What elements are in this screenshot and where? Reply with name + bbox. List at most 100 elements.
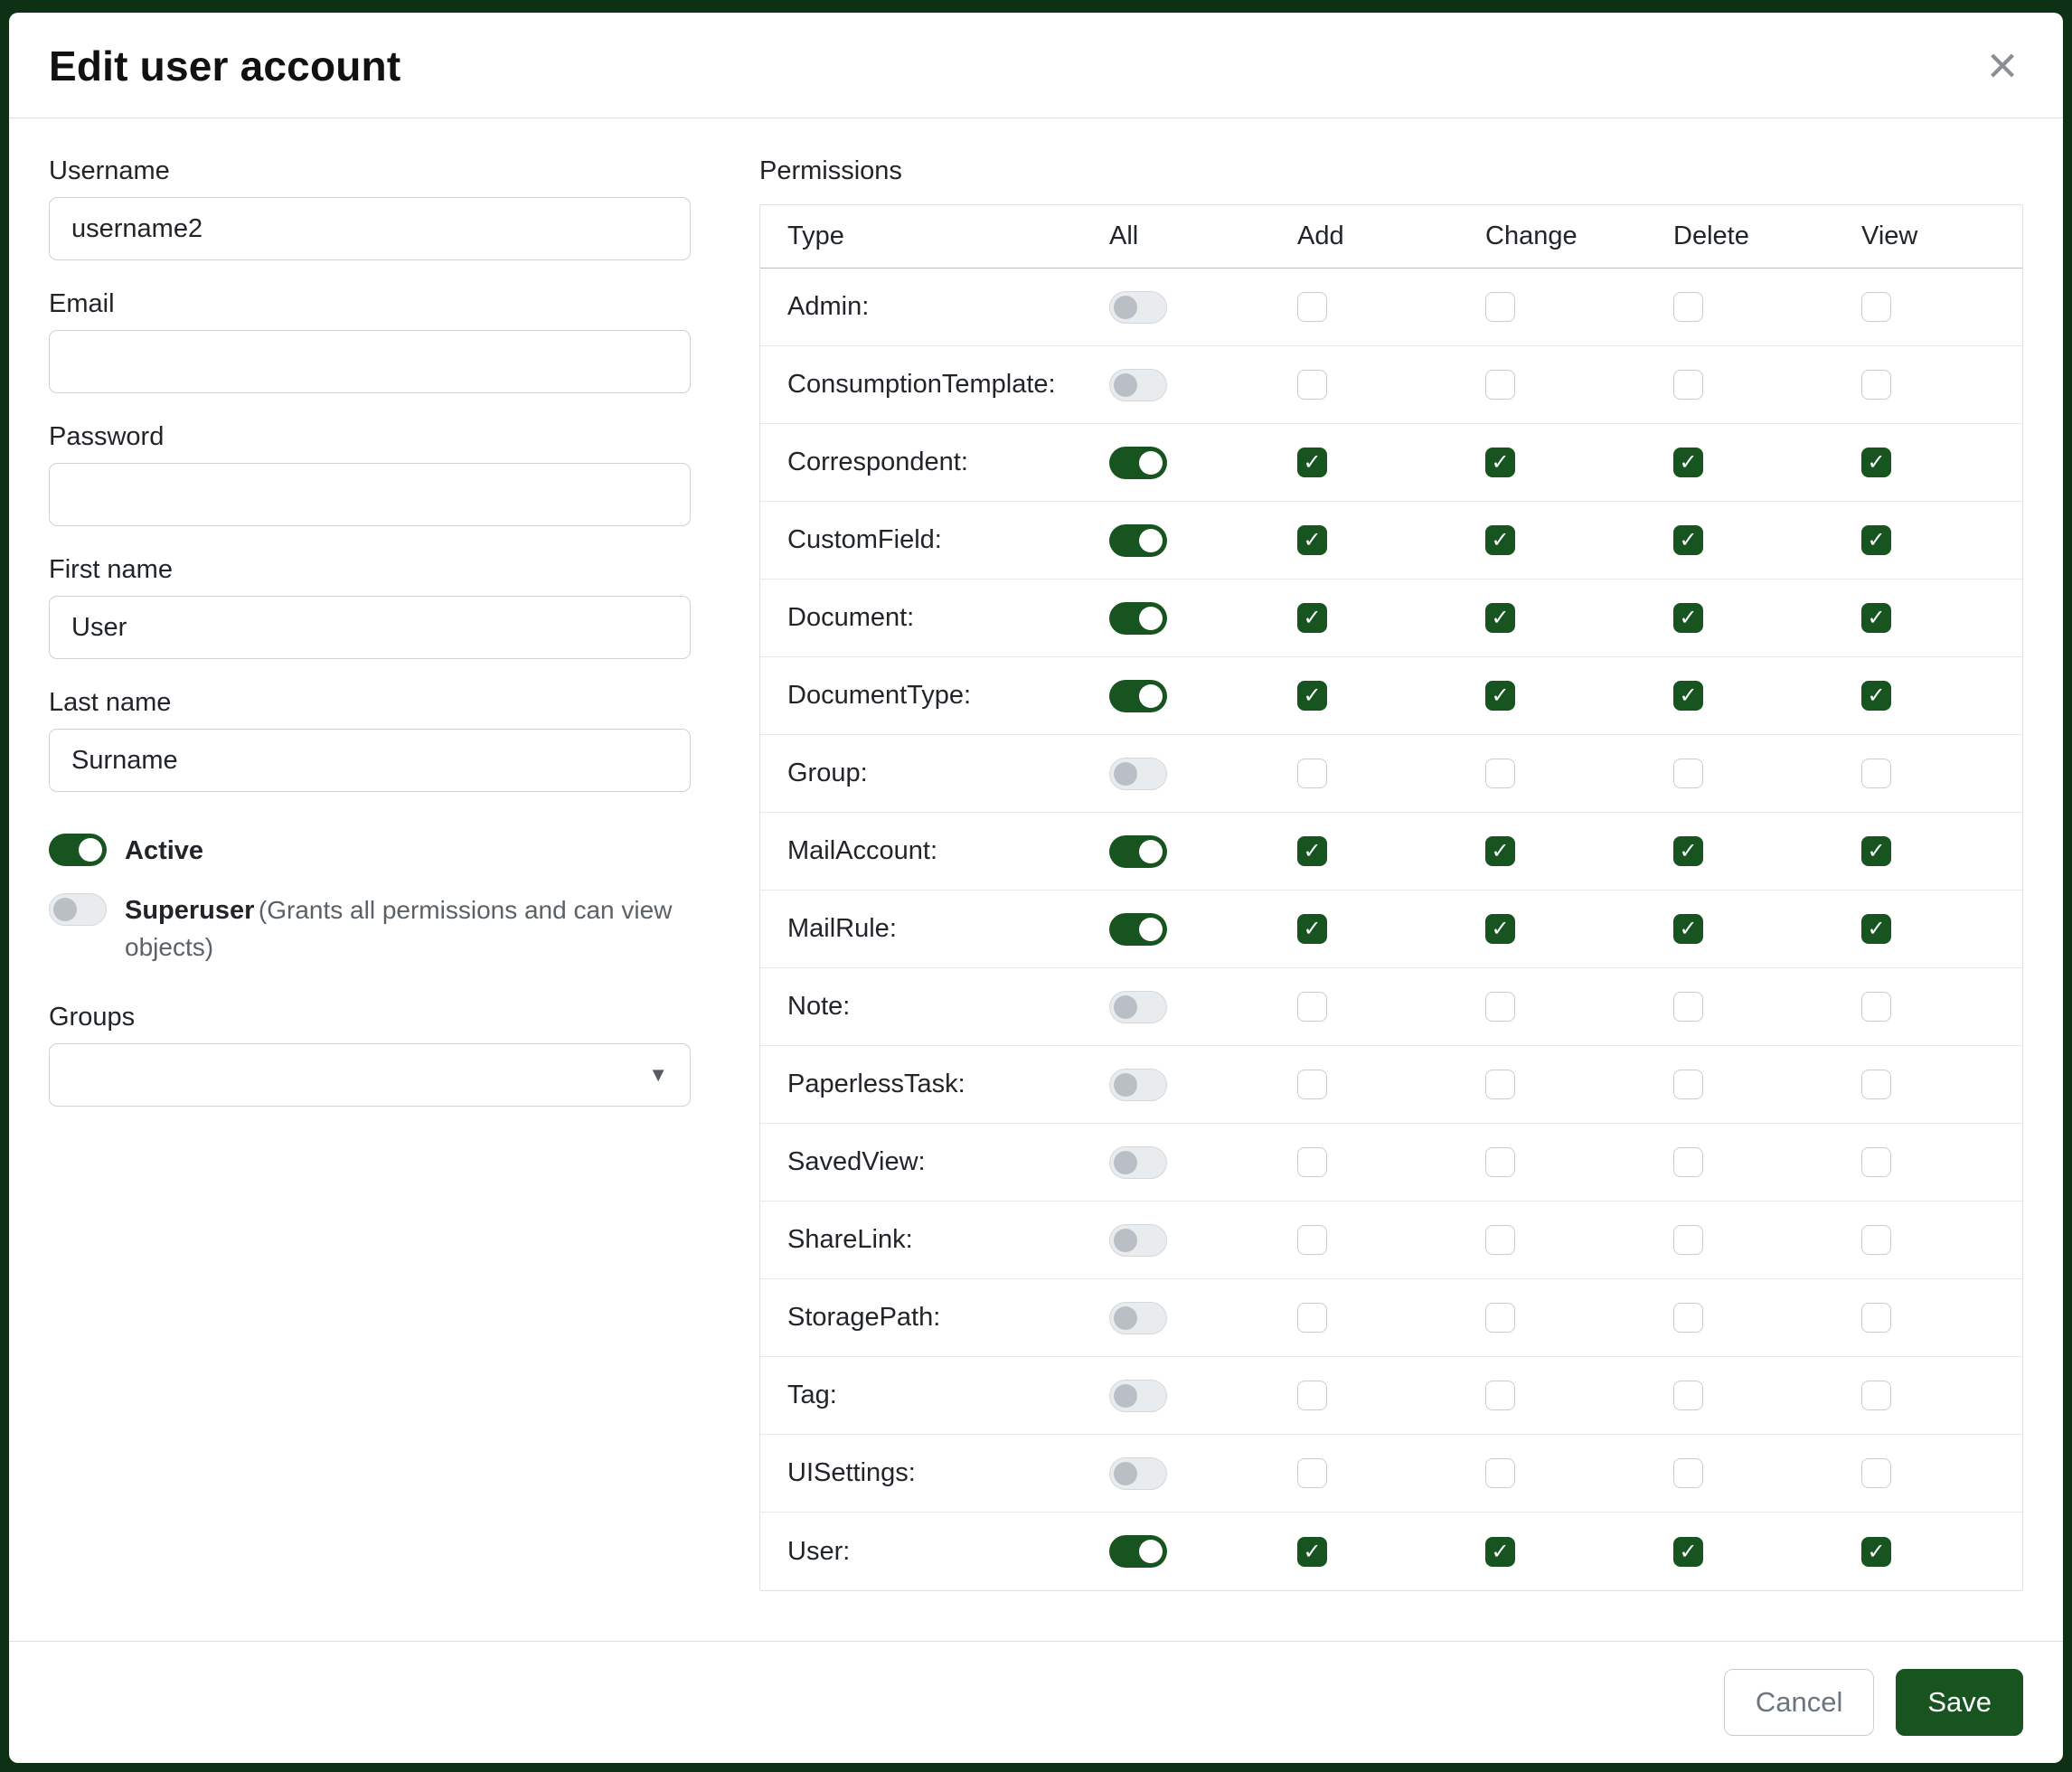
permission-add-checkbox[interactable]: ✓ <box>1297 1537 1327 1567</box>
permission-view-checkbox[interactable] <box>1861 759 1891 788</box>
permission-add-checkbox[interactable] <box>1297 1458 1327 1488</box>
permission-change-checkbox[interactable]: ✓ <box>1485 914 1515 944</box>
permission-change-checkbox[interactable] <box>1485 370 1515 400</box>
permission-add-checkbox[interactable]: ✓ <box>1297 681 1327 711</box>
permission-add-checkbox[interactable] <box>1297 1147 1327 1177</box>
permission-change-checkbox[interactable] <box>1485 1070 1515 1099</box>
permission-view-checkbox[interactable] <box>1861 1147 1891 1177</box>
permission-all-toggle[interactable] <box>1109 602 1167 635</box>
permission-delete-checkbox[interactable]: ✓ <box>1673 681 1703 711</box>
permission-view-checkbox[interactable] <box>1861 992 1891 1022</box>
permission-change-checkbox[interactable] <box>1485 1147 1515 1177</box>
last-name-field[interactable] <box>49 729 691 792</box>
permission-view-checkbox[interactable] <box>1861 1458 1891 1488</box>
permission-delete-checkbox[interactable] <box>1673 1303 1703 1333</box>
permission-add-checkbox[interactable] <box>1297 759 1327 788</box>
permission-view-checkbox[interactable]: ✓ <box>1861 525 1891 555</box>
permission-change-checkbox[interactable]: ✓ <box>1485 448 1515 477</box>
password-field[interactable] <box>49 463 691 526</box>
permission-change-checkbox[interactable] <box>1485 1458 1515 1488</box>
permission-view-checkbox[interactable]: ✓ <box>1861 1537 1891 1567</box>
permission-delete-checkbox[interactable]: ✓ <box>1673 448 1703 477</box>
permission-add-checkbox[interactable] <box>1297 292 1327 322</box>
username-input[interactable] <box>49 197 691 260</box>
permission-change-checkbox[interactable] <box>1485 1225 1515 1255</box>
cancel-button[interactable]: Cancel <box>1724 1669 1875 1736</box>
groups-select[interactable]: ▼ <box>49 1043 691 1107</box>
permission-change-checkbox[interactable] <box>1485 992 1515 1022</box>
permission-change-checkbox[interactable]: ✓ <box>1485 681 1515 711</box>
permission-view-checkbox[interactable] <box>1861 1381 1891 1410</box>
permission-delete-checkbox[interactable] <box>1673 370 1703 400</box>
permission-delete-checkbox[interactable] <box>1673 1381 1703 1410</box>
permission-delete-checkbox[interactable] <box>1673 1458 1703 1488</box>
permission-change-checkbox[interactable]: ✓ <box>1485 525 1515 555</box>
permission-view-checkbox[interactable]: ✓ <box>1861 448 1891 477</box>
permission-all-toggle[interactable] <box>1109 1380 1167 1412</box>
superuser-toggle[interactable] <box>49 893 107 926</box>
permission-all-toggle[interactable] <box>1109 447 1167 479</box>
permission-all-toggle[interactable] <box>1109 835 1167 868</box>
close-icon[interactable]: × <box>1982 40 2023 92</box>
permission-delete-checkbox[interactable]: ✓ <box>1673 1537 1703 1567</box>
permission-add-checkbox[interactable] <box>1297 1381 1327 1410</box>
permission-all-toggle[interactable] <box>1109 1302 1167 1334</box>
table-row: CustomField: ✓ ✓ ✓ ✓ <box>760 502 2022 580</box>
permission-change-checkbox[interactable] <box>1485 1303 1515 1333</box>
permission-add-checkbox[interactable] <box>1297 992 1327 1022</box>
permission-delete-checkbox[interactable] <box>1673 292 1703 322</box>
permission-change-checkbox[interactable] <box>1485 759 1515 788</box>
permission-all-toggle[interactable] <box>1109 1146 1167 1179</box>
permission-view-checkbox[interactable] <box>1861 1070 1891 1099</box>
permission-all-toggle[interactable] <box>1109 991 1167 1023</box>
permission-add-checkbox[interactable] <box>1297 1225 1327 1255</box>
permission-all-toggle[interactable] <box>1109 524 1167 557</box>
permission-add-checkbox[interactable] <box>1297 1070 1327 1099</box>
permission-delete-checkbox[interactable] <box>1673 759 1703 788</box>
permission-all-toggle[interactable] <box>1109 913 1167 946</box>
superuser-label: Superuser <box>125 896 254 925</box>
permission-view-checkbox[interactable] <box>1861 1225 1891 1255</box>
permission-view-checkbox[interactable] <box>1861 292 1891 322</box>
permission-change-checkbox[interactable] <box>1485 1381 1515 1410</box>
permission-all-toggle[interactable] <box>1109 291 1167 324</box>
permission-delete-checkbox[interactable]: ✓ <box>1673 525 1703 555</box>
permission-all-toggle[interactable] <box>1109 1457 1167 1490</box>
permission-add-checkbox[interactable]: ✓ <box>1297 603 1327 633</box>
permission-change-checkbox[interactable] <box>1485 292 1515 322</box>
permission-add-checkbox[interactable]: ✓ <box>1297 836 1327 866</box>
permission-all-toggle[interactable] <box>1109 1069 1167 1101</box>
permission-all-toggle[interactable] <box>1109 1535 1167 1568</box>
permission-change-checkbox[interactable]: ✓ <box>1485 836 1515 866</box>
permission-view-checkbox[interactable] <box>1861 1303 1891 1333</box>
first-name-field[interactable] <box>49 596 691 659</box>
save-button[interactable]: Save <box>1896 1669 2023 1736</box>
active-toggle[interactable] <box>49 834 107 866</box>
permission-add-checkbox[interactable]: ✓ <box>1297 525 1327 555</box>
permission-change-checkbox[interactable]: ✓ <box>1485 1537 1515 1567</box>
permission-delete-checkbox[interactable] <box>1673 992 1703 1022</box>
permission-change-checkbox[interactable]: ✓ <box>1485 603 1515 633</box>
permission-delete-checkbox[interactable] <box>1673 1225 1703 1255</box>
permission-delete-checkbox[interactable] <box>1673 1147 1703 1177</box>
permissions-column-header: Add <box>1270 222 1458 251</box>
permission-all-toggle[interactable] <box>1109 369 1167 401</box>
permission-delete-checkbox[interactable] <box>1673 1070 1703 1099</box>
permission-all-toggle[interactable] <box>1109 1224 1167 1257</box>
permission-view-checkbox[interactable]: ✓ <box>1861 681 1891 711</box>
permission-add-checkbox[interactable] <box>1297 1303 1327 1333</box>
permission-view-checkbox[interactable]: ✓ <box>1861 836 1891 866</box>
permission-add-checkbox[interactable]: ✓ <box>1297 914 1327 944</box>
permission-view-checkbox[interactable]: ✓ <box>1861 603 1891 633</box>
permission-view-checkbox[interactable]: ✓ <box>1861 914 1891 944</box>
email-field[interactable] <box>49 330 691 393</box>
permission-delete-checkbox[interactable]: ✓ <box>1673 914 1703 944</box>
permission-all-toggle[interactable] <box>1109 758 1167 790</box>
permission-add-checkbox[interactable]: ✓ <box>1297 448 1327 477</box>
permission-delete-checkbox[interactable]: ✓ <box>1673 836 1703 866</box>
permission-all-toggle[interactable] <box>1109 680 1167 712</box>
table-row: UISettings: <box>760 1435 2022 1513</box>
permission-delete-checkbox[interactable]: ✓ <box>1673 603 1703 633</box>
permission-add-checkbox[interactable] <box>1297 370 1327 400</box>
permission-view-checkbox[interactable] <box>1861 370 1891 400</box>
